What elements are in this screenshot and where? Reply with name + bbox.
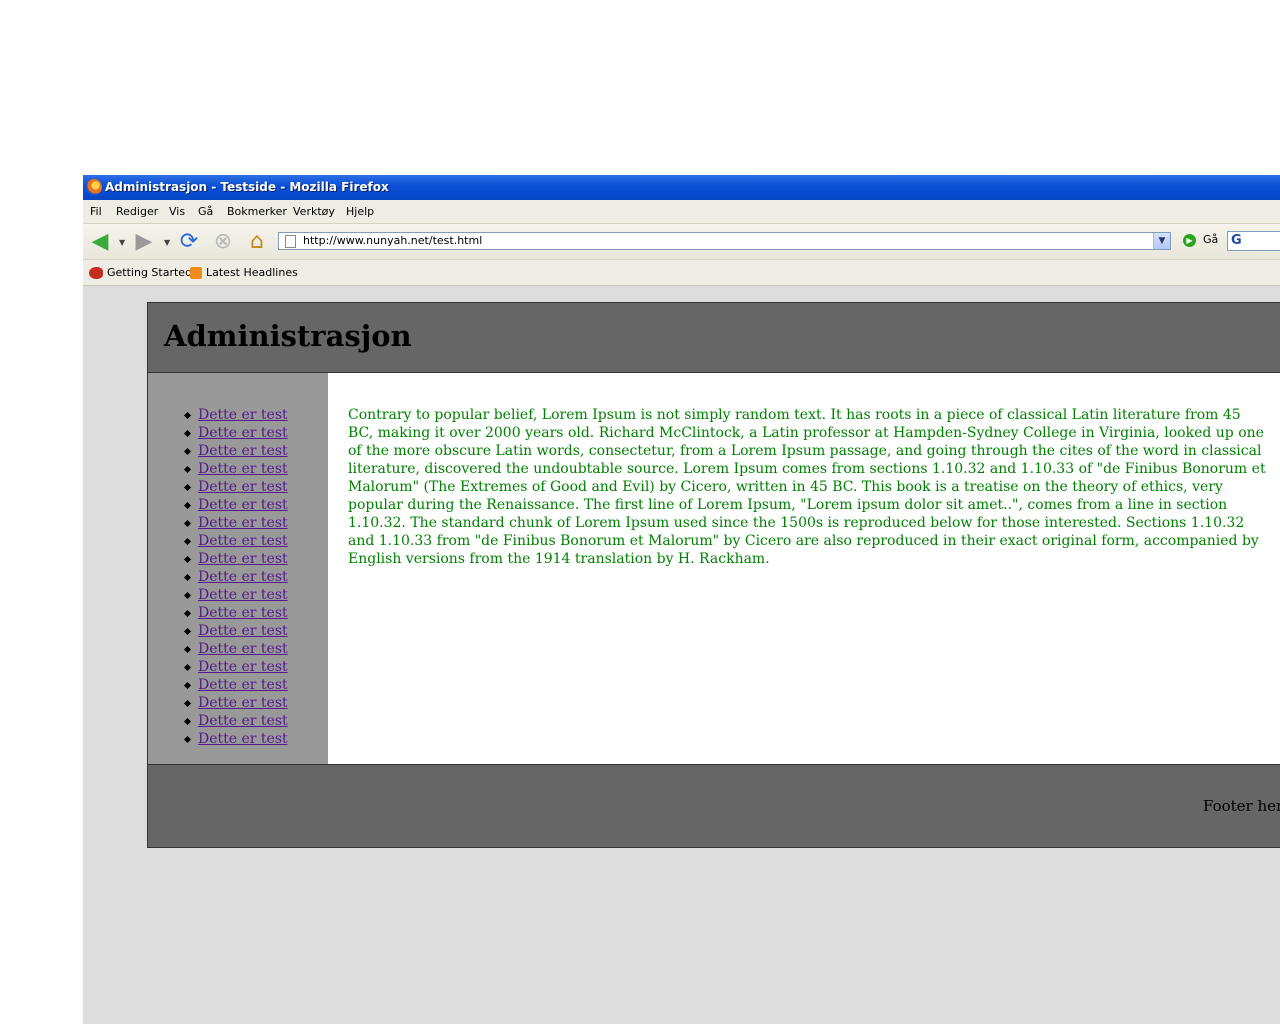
bookmark-label: Getting Started: [107, 266, 193, 279]
nav-list-item: Dette er test: [184, 658, 288, 676]
nav-link[interactable]: Dette er test: [198, 713, 288, 729]
nav-list-item: Dette er test: [184, 676, 288, 694]
back-arrow-icon[interactable]: ◀: [87, 229, 113, 255]
nav-link[interactable]: Dette er test: [198, 407, 288, 423]
footer-text: Footer here.: [1203, 797, 1280, 815]
firefox-logo-icon: [86, 179, 102, 195]
nav-list-item: Dette er test: [184, 532, 288, 550]
menu-rediger[interactable]: Rediger: [116, 200, 158, 223]
nav-link[interactable]: Dette er test: [198, 641, 288, 657]
site-container: Administrasjon Dette er test Dette er tes…: [147, 302, 1280, 848]
menu-bar: Fil Rediger Vis Gå Bokmerker Verktøy Hje…: [83, 200, 1280, 224]
nav-list-item: Dette er test: [184, 424, 288, 442]
address-bar[interactable]: http://www.nunyah.net/test.html ▼: [278, 232, 1171, 250]
site-body: Dette er test Dette er test Dette er test D…: [147, 373, 1280, 764]
stop-icon[interactable]: ⊗: [210, 229, 236, 255]
page-icon: [285, 235, 296, 248]
nav-list-item: Dette er test: [184, 406, 288, 424]
firefox-bookmark-icon: [89, 266, 103, 279]
nav-link[interactable]: Dette er test: [198, 695, 288, 711]
nav-list-item: Dette er test: [184, 694, 288, 712]
menu-verktoy[interactable]: Verktøy: [293, 200, 335, 223]
title-bar[interactable]: Administrasjon - Testside - Mozilla Fire…: [83, 175, 1280, 200]
nav-link[interactable]: Dette er test: [198, 515, 288, 531]
nav-list-item: Dette er test: [184, 730, 288, 748]
reload-icon[interactable]: ⟳: [176, 229, 202, 255]
nav-link[interactable]: Dette er test: [198, 677, 288, 693]
go-arrow-icon[interactable]: ▶: [1183, 234, 1196, 247]
bookmark-label: Latest Headlines: [206, 266, 298, 279]
forward-history-dropdown-icon[interactable]: ▼: [164, 238, 170, 247]
page-title: Administrasjon: [164, 319, 412, 353]
nav-list-item: Dette er test: [184, 460, 288, 478]
nav-list: Dette er test Dette er test Dette er test D…: [184, 406, 288, 748]
back-history-dropdown-icon[interactable]: ▼: [119, 238, 125, 247]
nav-link[interactable]: Dette er test: [198, 731, 288, 747]
nav-link[interactable]: Dette er test: [198, 443, 288, 459]
nav-link[interactable]: Dette er test: [198, 659, 288, 675]
nav-link[interactable]: Dette er test: [198, 587, 288, 603]
home-icon[interactable]: ⌂: [244, 229, 270, 255]
bookmark-latest-headlines[interactable]: Latest Headlines: [190, 260, 298, 285]
site-header: Administrasjon: [147, 302, 1280, 373]
nav-list-item: Dette er test: [184, 442, 288, 460]
bookmark-getting-started[interactable]: Getting Started: [89, 260, 192, 285]
google-search-icon: G: [1231, 233, 1242, 248]
nav-link[interactable]: Dette er test: [198, 461, 288, 477]
nav-list-item: Dette er test: [184, 712, 288, 730]
nav-link[interactable]: Dette er test: [198, 623, 288, 639]
menu-vis[interactable]: Vis: [169, 200, 185, 223]
nav-list-item: Dette er test: [184, 622, 288, 640]
rss-feed-icon: [190, 266, 202, 279]
menu-hjelp[interactable]: Hjelp: [346, 200, 374, 223]
navigation-toolbar: ◀ ▼ ▶ ▼ ⟳ ⊗ ⌂ http://www.nunyah.net/test…: [83, 224, 1280, 260]
nav-list-item: Dette er test: [184, 496, 288, 514]
nav-link[interactable]: Dette er test: [198, 551, 288, 567]
browser-window: Administrasjon - Testside - Mozilla Fire…: [83, 175, 1280, 1024]
nav-list-item: Dette er test: [184, 640, 288, 658]
bookmarks-toolbar: Getting Started Latest Headlines: [83, 260, 1280, 286]
nav-list-item: Dette er test: [184, 514, 288, 532]
body-paragraph: Contrary to popular belief, Lorem Ipsum …: [348, 407, 1266, 567]
page-viewport[interactable]: Administrasjon Dette er test Dette er tes…: [83, 286, 1280, 1024]
site-footer: Footer here.: [147, 764, 1280, 848]
url-text: http://www.nunyah.net/test.html: [303, 234, 483, 247]
search-input[interactable]: G: [1227, 231, 1280, 251]
menu-fil[interactable]: Fil: [90, 200, 102, 223]
address-dropdown-icon[interactable]: ▼: [1153, 233, 1170, 249]
nav-link[interactable]: Dette er test: [198, 425, 288, 441]
menu-bokmerker[interactable]: Bokmerker: [227, 200, 287, 223]
forward-arrow-icon[interactable]: ▶: [131, 229, 157, 255]
nav-list-item: Dette er test: [184, 586, 288, 604]
nav-link[interactable]: Dette er test: [198, 533, 288, 549]
sidebar-nav: Dette er test Dette er test Dette er test D…: [147, 373, 328, 764]
nav-list-item: Dette er test: [184, 550, 288, 568]
menu-ga[interactable]: Gå: [198, 200, 213, 223]
window-title: Administrasjon - Testside - Mozilla Fire…: [105, 180, 389, 194]
go-button[interactable]: Gå: [1203, 233, 1218, 246]
nav-list-item: Dette er test: [184, 604, 288, 622]
main-content: Contrary to popular belief, Lorem Ipsum …: [328, 373, 1280, 764]
nav-link[interactable]: Dette er test: [198, 497, 288, 513]
nav-link[interactable]: Dette er test: [198, 569, 288, 585]
nav-list-item: Dette er test: [184, 568, 288, 586]
nav-link[interactable]: Dette er test: [198, 605, 288, 621]
nav-list-item: Dette er test: [184, 478, 288, 496]
nav-link[interactable]: Dette er test: [198, 479, 288, 495]
